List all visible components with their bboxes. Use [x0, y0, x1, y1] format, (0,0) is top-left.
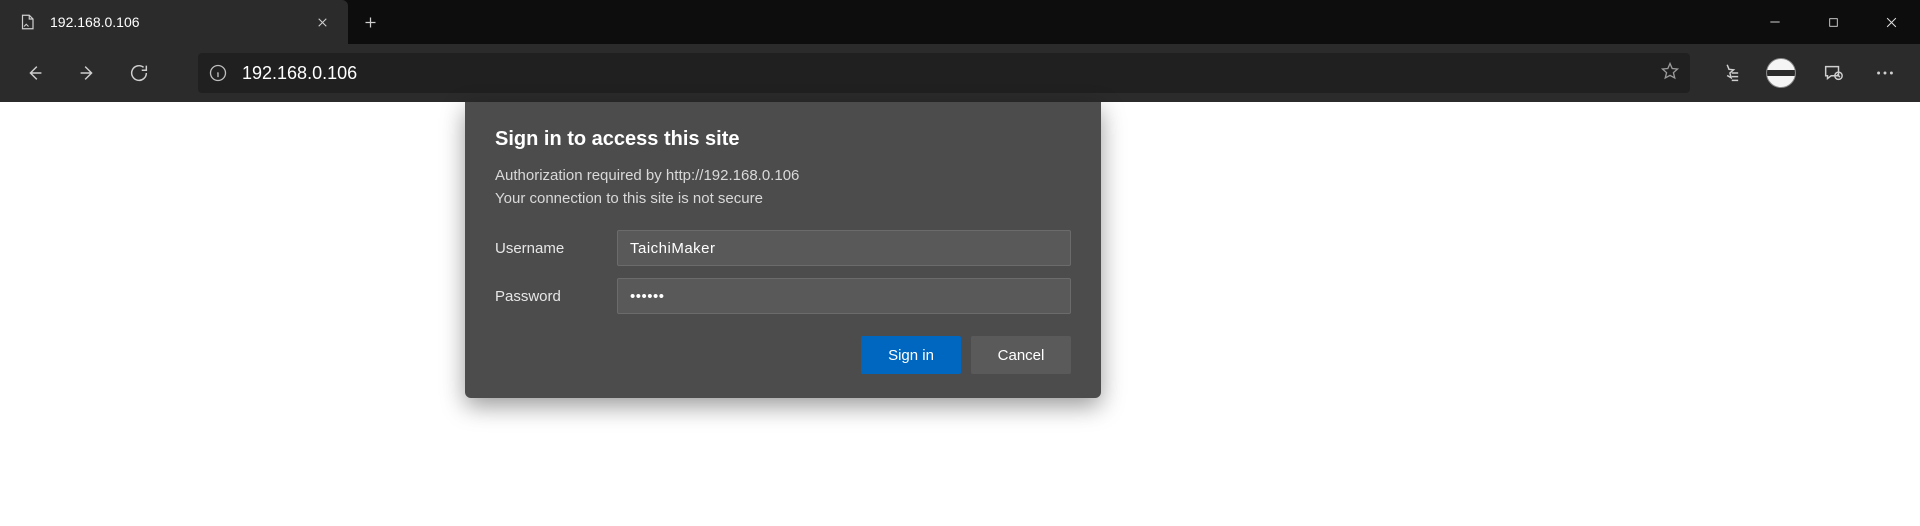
username-row: Username	[495, 230, 1071, 266]
basic-auth-dialog: Sign in to access this site Authorizatio…	[465, 102, 1101, 398]
feedback-button[interactable]	[1810, 50, 1856, 96]
page-broken-icon	[18, 13, 36, 31]
tab-close-button[interactable]	[308, 8, 336, 36]
dialog-buttons: Sign in Cancel	[495, 336, 1071, 374]
signin-button[interactable]: Sign in	[861, 336, 961, 374]
username-input[interactable]	[617, 230, 1071, 266]
address-bar[interactable]	[198, 53, 1690, 93]
refresh-button[interactable]	[116, 50, 162, 96]
forward-button[interactable]	[64, 50, 110, 96]
password-label: Password	[495, 288, 617, 305]
tab-title: 192.168.0.106	[50, 14, 308, 30]
avatar-icon	[1766, 58, 1796, 88]
username-label: Username	[495, 240, 617, 257]
password-input[interactable]	[617, 278, 1071, 314]
minimize-button[interactable]	[1746, 0, 1804, 44]
maximize-button[interactable]	[1804, 0, 1862, 44]
new-tab-button[interactable]	[348, 0, 392, 44]
back-button[interactable]	[12, 50, 58, 96]
dialog-subtitle-2: Your connection to this site is not secu…	[495, 188, 1071, 211]
title-bar: 192.168.0.106	[0, 0, 1920, 44]
password-row: Password	[495, 278, 1071, 314]
favorites-button[interactable]	[1706, 50, 1752, 96]
dialog-subtitle-1: Authorization required by http://192.168…	[495, 165, 1071, 188]
favorite-star-icon[interactable]	[1660, 61, 1680, 86]
url-input[interactable]	[242, 63, 1646, 84]
active-tab[interactable]: 192.168.0.106	[0, 0, 348, 44]
toolbar	[0, 44, 1920, 102]
site-info-icon[interactable]	[208, 63, 228, 83]
profile-button[interactable]	[1758, 50, 1804, 96]
more-menu-button[interactable]	[1862, 50, 1908, 96]
close-window-button[interactable]	[1862, 0, 1920, 44]
titlebar-drag-area[interactable]	[392, 0, 1746, 44]
dialog-title: Sign in to access this site	[495, 128, 1071, 151]
cancel-button[interactable]: Cancel	[971, 336, 1071, 374]
page-content: Sign in to access this site Authorizatio…	[0, 102, 1920, 526]
window-controls	[1746, 0, 1920, 44]
